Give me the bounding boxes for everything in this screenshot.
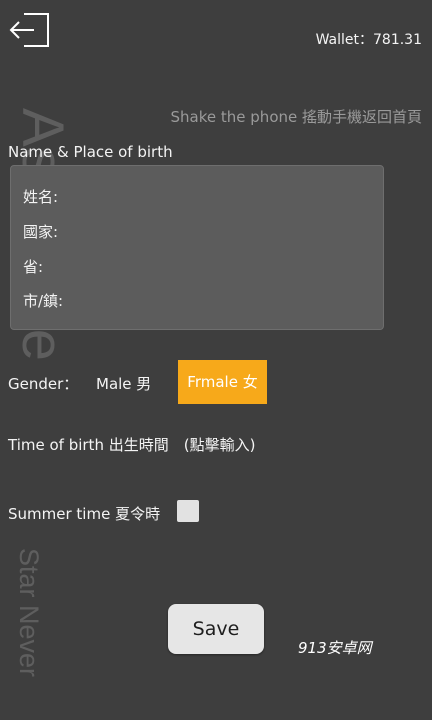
gender-female-option[interactable]: Frmale 女 — [178, 360, 267, 404]
exit-arrow-icon — [9, 13, 49, 47]
time-of-birth-input[interactable]: Time of birth 出生時間 (點擊輸入) — [8, 434, 255, 455]
exit-button[interactable] — [8, 10, 52, 50]
name-place-label: Name & Place of birth — [8, 143, 173, 161]
name-place-input-box[interactable]: 姓名: 國家: 省: 市/鎮: — [10, 165, 384, 330]
save-button[interactable]: Save — [168, 604, 264, 654]
name-field[interactable]: 姓名: — [23, 186, 58, 207]
wallet-balance: Wallet：781.31 — [315, 32, 422, 48]
gender-male-option[interactable]: Male 男 — [96, 373, 151, 394]
summer-time-label: Summer time 夏令時 — [8, 505, 161, 523]
city-field[interactable]: 市/鎮: — [23, 290, 63, 311]
star-never-watermark-text: Star Never — [14, 548, 44, 678]
shake-hint: Shake the phone 搖動手機返回首頁 — [170, 108, 422, 126]
country-field[interactable]: 國家: — [23, 221, 58, 242]
province-field[interactable]: 省: — [23, 256, 43, 277]
gender-label: Gender： — [8, 375, 79, 393]
star-never-watermark: Star Never — [14, 548, 44, 720]
summer-time-checkbox[interactable] — [177, 500, 199, 522]
brand-watermark: 913安卓网 — [298, 639, 372, 657]
